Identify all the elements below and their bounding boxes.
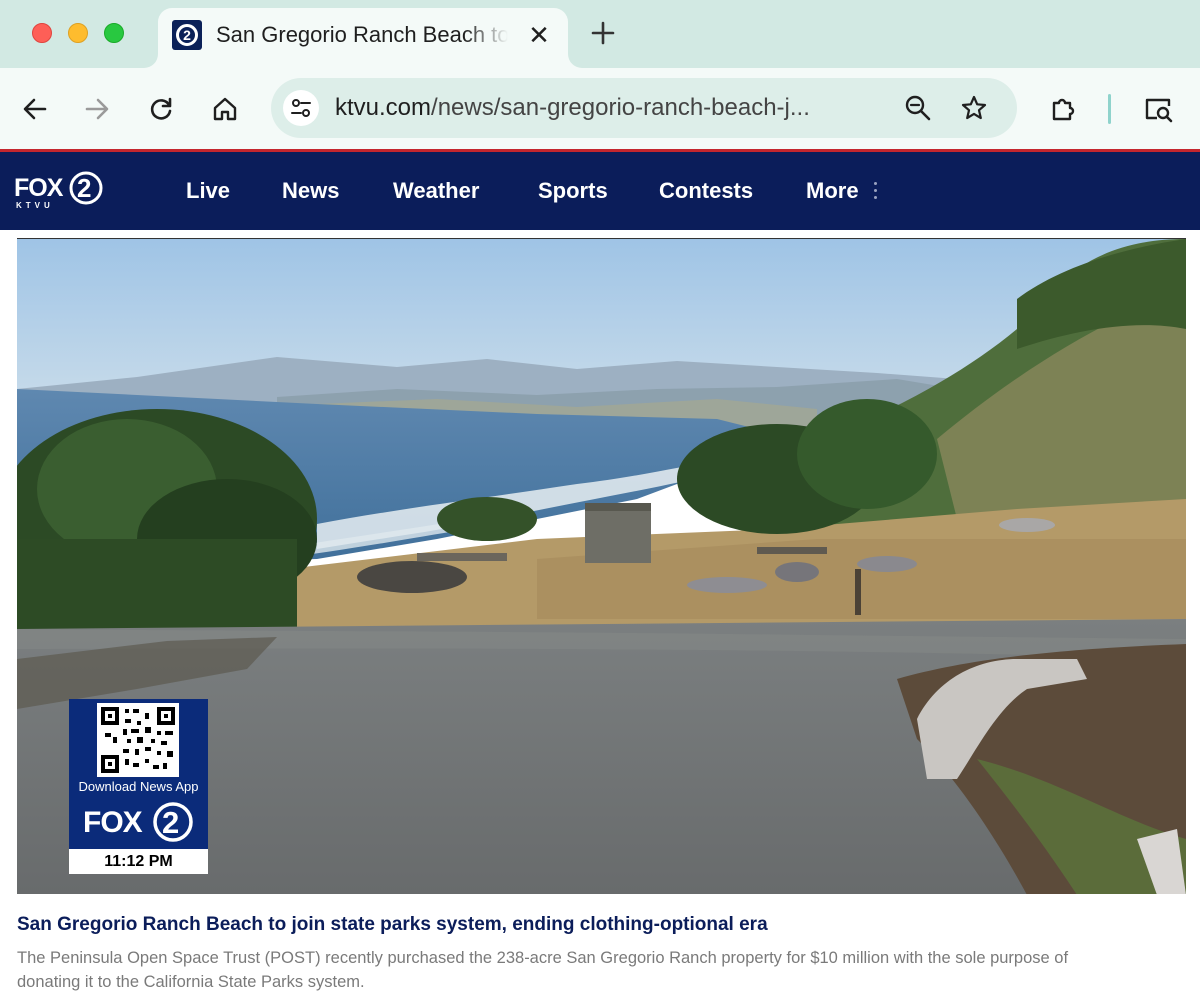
url-domain: ktvu.com xyxy=(335,94,432,121)
nav-sports[interactable]: Sports xyxy=(538,176,608,206)
puzzle-icon xyxy=(1052,98,1075,121)
toolbar-divider xyxy=(1108,94,1111,124)
window-maximize-button[interactable] xyxy=(104,23,124,43)
back-button[interactable] xyxy=(18,92,52,126)
reload-button[interactable] xyxy=(144,92,178,126)
star-icon xyxy=(961,95,987,120)
bookmark-button[interactable] xyxy=(957,91,991,125)
reading-mode-button[interactable] xyxy=(1142,92,1176,126)
more-dots-icon xyxy=(872,182,878,202)
window-close-button[interactable] xyxy=(32,23,52,43)
url-path: /news/san-gregorio-ranch-beach-j... xyxy=(431,94,810,121)
site-info-icon[interactable] xyxy=(283,90,319,126)
nav-weather[interactable]: Weather xyxy=(393,176,479,206)
tab-title: San Gregorio Ranch Beach to join state p… xyxy=(216,22,508,47)
address-bar[interactable]: ktvu.com/news/san-gregorio-ranch-beach-j… xyxy=(271,78,1017,138)
fox2-logo[interactable]: FOX 2 KTVU xyxy=(14,170,106,210)
new-tab-button[interactable] xyxy=(586,16,620,50)
forward-button[interactable] xyxy=(80,92,114,126)
badge-fox2-logo: FOX 2 xyxy=(69,795,208,849)
nav-more[interactable]: More xyxy=(806,176,859,206)
url-text[interactable]: ktvu.com/news/san-gregorio-ranch-beach-j… xyxy=(335,91,875,125)
zoom-out-icon xyxy=(905,95,931,121)
close-icon[interactable]: ✕ xyxy=(524,20,554,50)
plus-icon xyxy=(591,21,615,45)
home-icon xyxy=(213,97,237,121)
download-app-badge[interactable]: Download News App FOX 2 11:12 PM xyxy=(69,699,208,874)
zoom-button[interactable] xyxy=(901,91,935,125)
browser-tab-strip: 2 San Gregorio Ranch Beach to join state… xyxy=(0,0,1200,68)
search-tab-icon xyxy=(1145,98,1173,123)
nav-live[interactable]: Live xyxy=(186,176,230,206)
arrow-right-icon xyxy=(85,98,109,120)
article-summary: The Peninsula Open Space Trust (POST) re… xyxy=(17,949,1069,991)
svg-text:2: 2 xyxy=(77,173,91,203)
logo-text: FOX xyxy=(14,174,64,202)
arrow-left-icon xyxy=(23,98,47,120)
svg-text:2: 2 xyxy=(162,805,179,840)
browser-tab-active[interactable]: 2 San Gregorio Ranch Beach to join state… xyxy=(158,8,568,68)
reload-icon xyxy=(150,97,172,120)
badge-logo-text: FOX xyxy=(83,806,143,839)
badge-time: 11:12 PM xyxy=(69,849,208,874)
logo-sub-text: KTVU xyxy=(16,201,54,210)
extensions-button[interactable] xyxy=(1046,92,1080,126)
badge-label: Download News App xyxy=(78,779,199,794)
fox2-favicon-icon: 2 xyxy=(172,20,202,50)
browser-toolbar: ktvu.com/news/san-gregorio-ranch-beach-j… xyxy=(0,68,1200,150)
nav-news[interactable]: News xyxy=(282,176,339,206)
article-headline[interactable]: San Gregorio Ranch Beach to join state p… xyxy=(17,911,1187,939)
qr-code-icon xyxy=(97,703,179,777)
site-navigation: FOX 2 KTVU Live News Weather Sports Cont… xyxy=(0,152,1200,230)
window-minimize-button[interactable] xyxy=(68,23,88,43)
nav-contests[interactable]: Contests xyxy=(659,176,753,206)
hero-image[interactable]: Download News App FOX 2 11:12 PM xyxy=(17,238,1186,894)
home-button[interactable] xyxy=(208,92,242,126)
